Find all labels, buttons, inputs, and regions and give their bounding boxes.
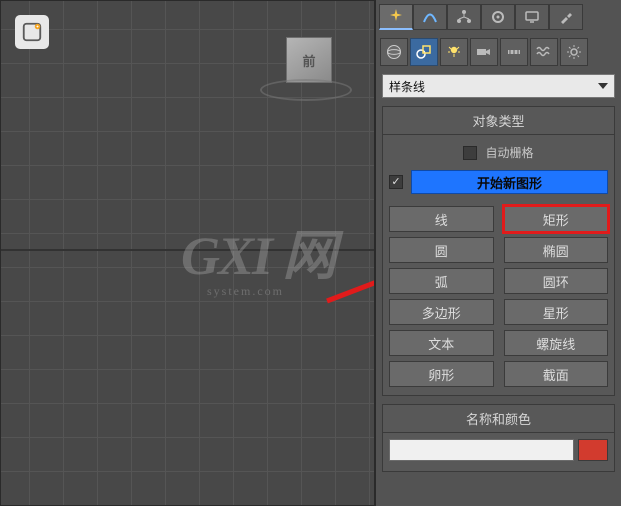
tab-motion[interactable] xyxy=(481,4,515,30)
autogrid-checkbox[interactable] xyxy=(463,146,477,160)
rollout-name-color-header[interactable]: 名称和颜色 xyxy=(383,405,614,433)
tab-utilities[interactable] xyxy=(549,4,583,30)
shape-helix-button[interactable]: 螺旋线 xyxy=(504,330,609,356)
hierarchy-icon xyxy=(456,9,472,25)
object-color-swatch[interactable] xyxy=(578,439,608,461)
category-geometry[interactable] xyxy=(380,38,408,66)
shape-ngon-button[interactable]: 多边形 xyxy=(389,299,494,325)
rollout-name-and-color: 名称和颜色 xyxy=(382,404,615,472)
command-panel: 样条线 对象类型 自动栅格 ✓ 开始新图形 线 矩形 圆 椭圆 弧 圆环 多边形… xyxy=(375,0,621,506)
motion-icon xyxy=(490,9,506,25)
viewcube-compass[interactable] xyxy=(260,79,352,101)
tab-display[interactable] xyxy=(515,4,549,30)
shape-subcategory-dropdown[interactable]: 样条线 xyxy=(382,74,615,98)
tab-modify[interactable] xyxy=(413,4,447,30)
category-spacewarps[interactable] xyxy=(530,38,558,66)
start-new-shape-button[interactable]: 开始新图形 xyxy=(411,170,608,194)
chevron-down-icon xyxy=(598,83,608,89)
shape-buttons-grid: 线 矩形 圆 椭圆 弧 圆环 多边形 星形 文本 螺旋线 卵形 截面 xyxy=(389,206,608,387)
category-helpers[interactable] xyxy=(500,38,528,66)
hammer-icon xyxy=(558,9,574,25)
tab-hierarchy[interactable] xyxy=(447,4,481,30)
camera-icon xyxy=(475,43,493,61)
shape-ellipse-button[interactable]: 椭圆 xyxy=(504,237,609,263)
shape-arc-button[interactable]: 弧 xyxy=(389,268,494,294)
dropdown-value: 样条线 xyxy=(389,78,425,95)
viewcube[interactable]: 前 xyxy=(286,37,332,83)
light-icon xyxy=(445,43,463,61)
shape-rectangle-button[interactable]: 矩形 xyxy=(504,206,609,232)
arc-icon xyxy=(422,9,438,25)
shape-line-button[interactable]: 线 xyxy=(389,206,494,232)
display-icon xyxy=(524,9,540,25)
command-panel-tabs xyxy=(378,2,619,32)
shape-circle-button[interactable]: 圆 xyxy=(389,237,494,263)
helpers-icon xyxy=(505,43,523,61)
shape-star-button[interactable]: 星形 xyxy=(504,299,609,325)
tab-create[interactable] xyxy=(379,4,413,30)
gear-icon xyxy=(565,43,583,61)
shapes-icon xyxy=(415,43,433,61)
category-shapes[interactable] xyxy=(410,38,438,66)
shape-egg-button[interactable]: 卵形 xyxy=(389,361,494,387)
rollout-object-type: 对象类型 自动栅格 ✓ 开始新图形 线 矩形 圆 椭圆 弧 圆环 多边形 星形 … xyxy=(382,106,615,396)
shape-section-button[interactable]: 截面 xyxy=(504,361,609,387)
shape-text-button[interactable]: 文本 xyxy=(389,330,494,356)
viewport-maximize-toggle[interactable] xyxy=(15,15,49,49)
category-lights[interactable] xyxy=(440,38,468,66)
sparkle-icon xyxy=(388,9,404,25)
rollout-object-type-header[interactable]: 对象类型 xyxy=(383,107,614,135)
category-systems[interactable] xyxy=(560,38,588,66)
shape-donut-button[interactable]: 圆环 xyxy=(504,268,609,294)
sphere-icon xyxy=(385,43,403,61)
viewport[interactable]: 前 GXI 网 system.com xyxy=(0,0,375,506)
category-cameras[interactable] xyxy=(470,38,498,66)
create-category-row xyxy=(378,36,619,68)
autogrid-label: 自动栅格 xyxy=(485,144,533,161)
object-name-input[interactable] xyxy=(389,439,574,461)
viewcube-face-label: 前 xyxy=(302,51,315,70)
startnewshape-checkbox[interactable]: ✓ xyxy=(389,175,403,189)
plus-box-icon xyxy=(21,21,43,43)
waves-icon xyxy=(535,43,553,61)
